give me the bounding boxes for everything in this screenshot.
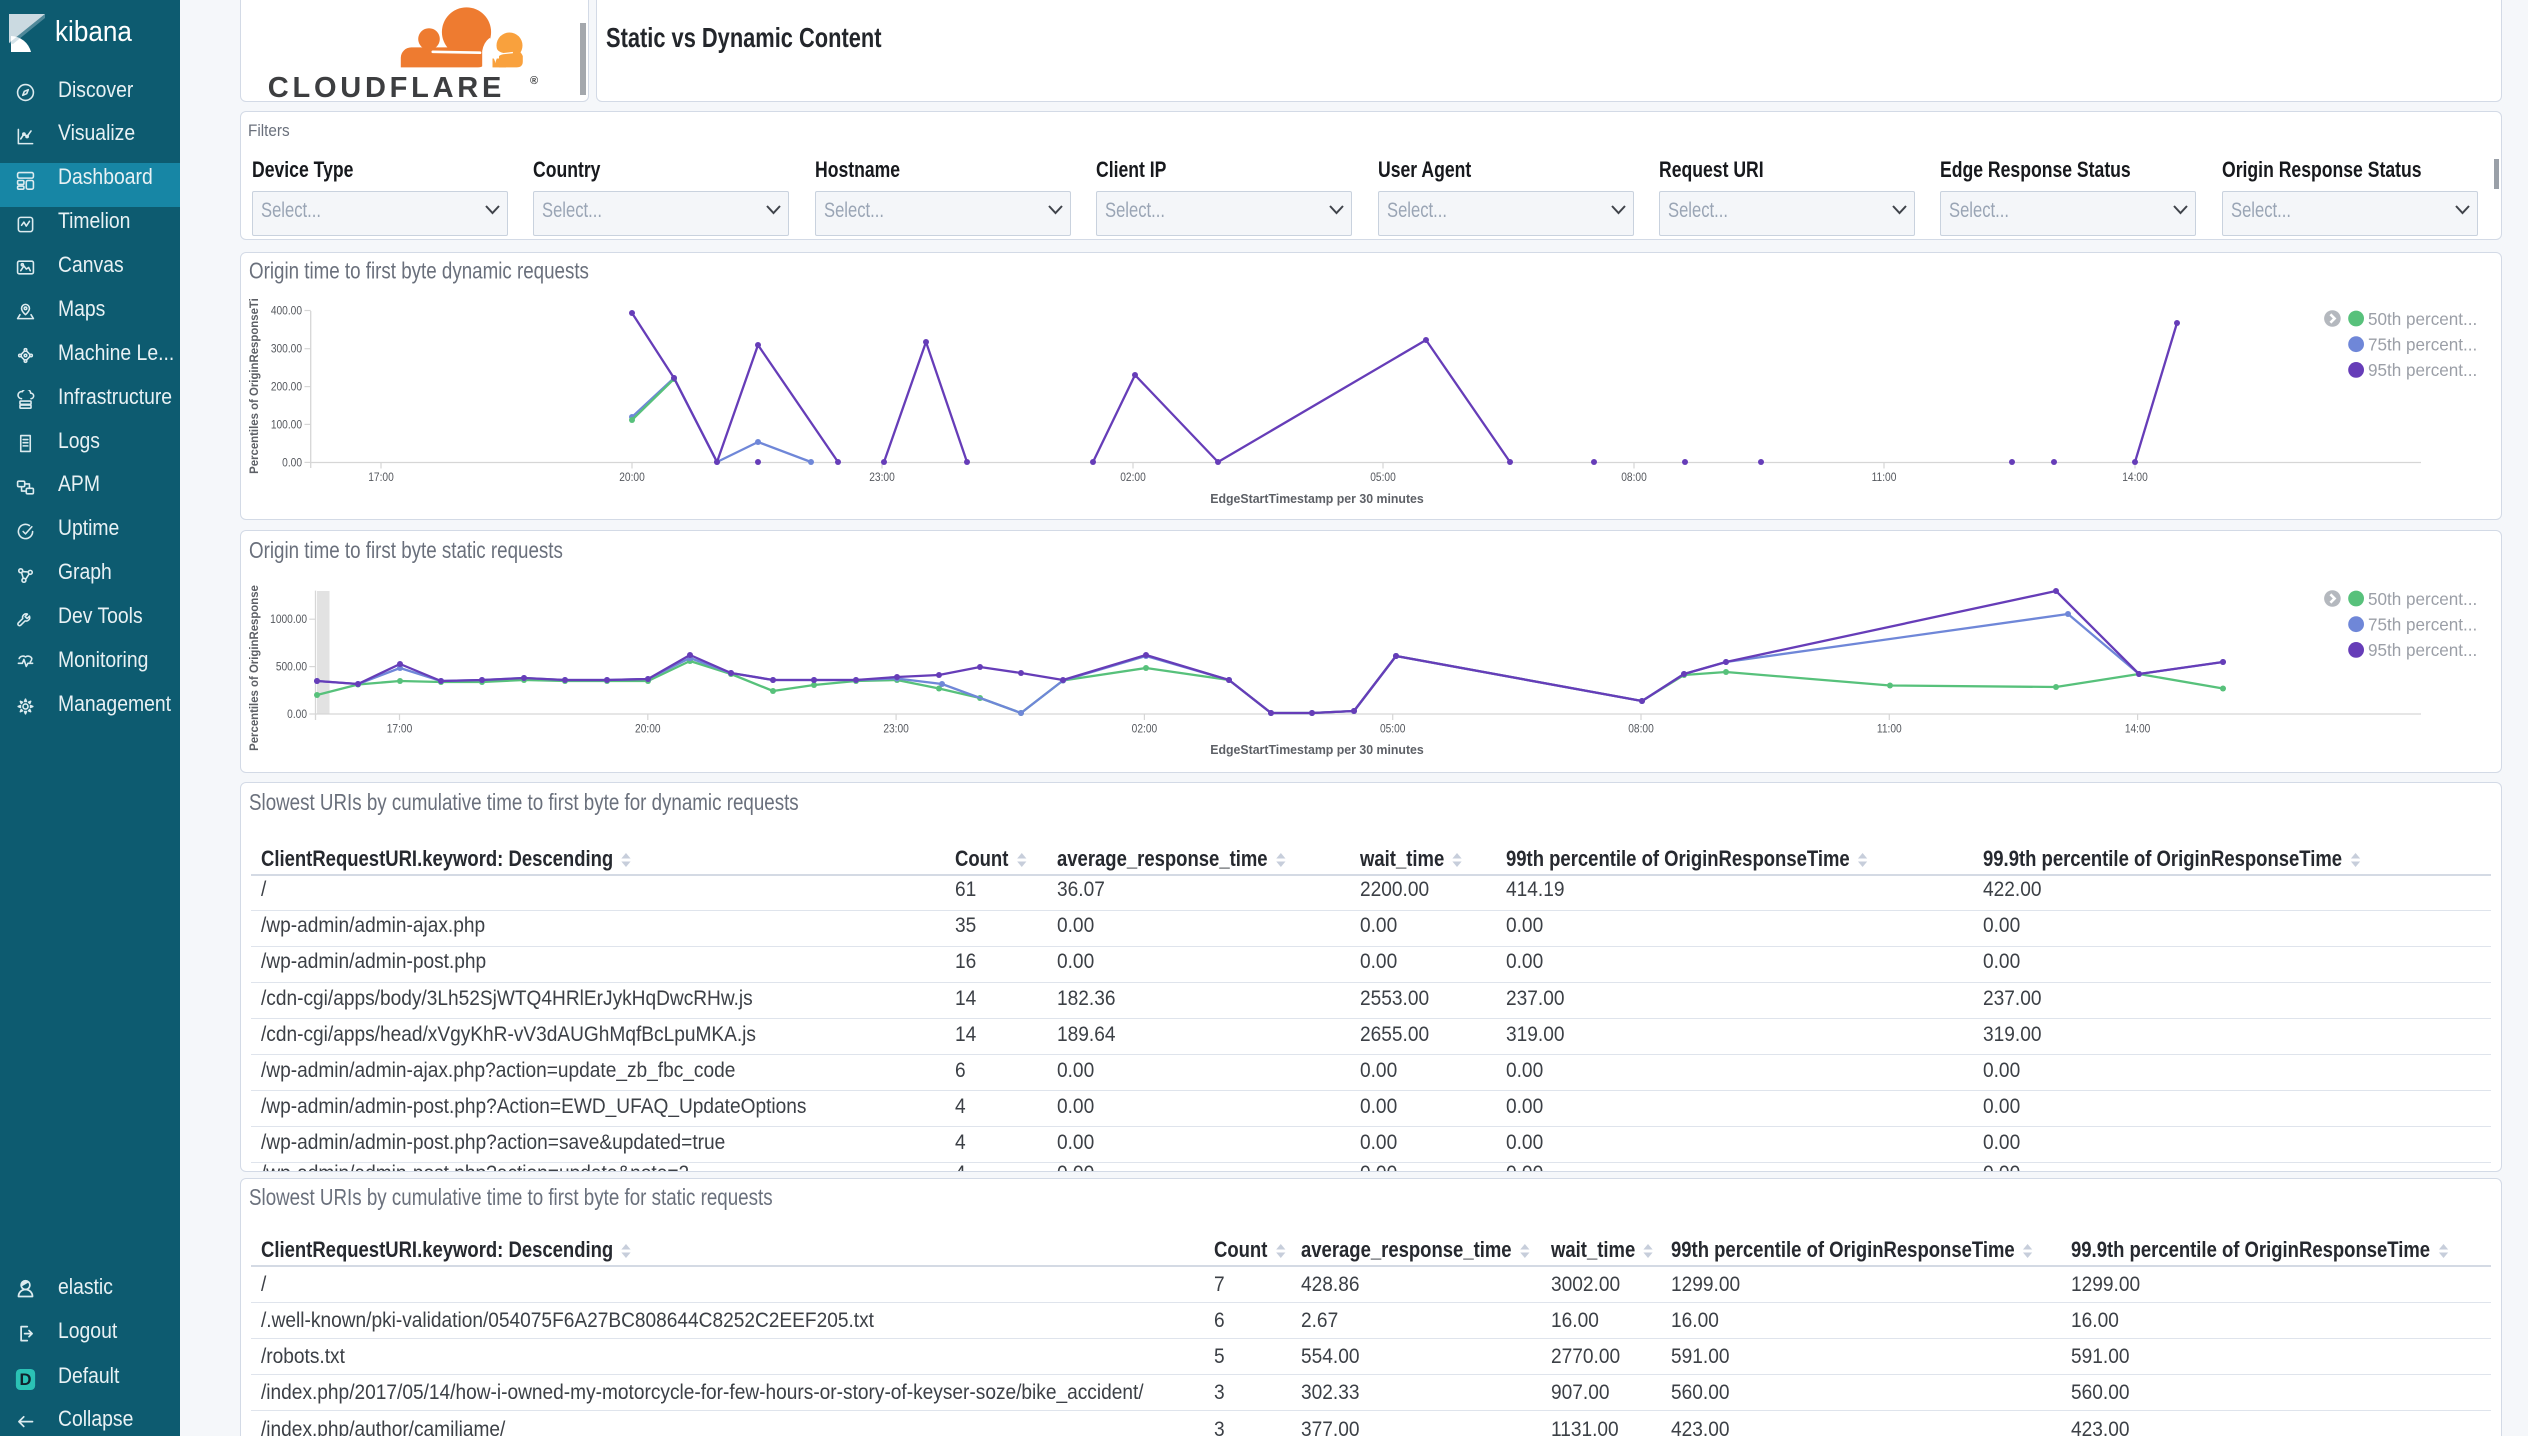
svg-text:Percentiles of OriginResponseT: Percentiles of OriginResponseTi [248,298,261,474]
svg-text:23:00: 23:00 [883,723,909,736]
svg-text:0.00: 0.00 [282,457,302,470]
svg-text:75th percent...: 75th percent... [2368,614,2477,635]
svg-text:23:00: 23:00 [869,471,895,484]
svg-text:14:00: 14:00 [2122,471,2148,484]
svg-text:11:00: 11:00 [1877,723,1902,736]
svg-text:95th percent...: 95th percent... [2368,360,2477,381]
svg-text:17:00: 17:00 [387,723,413,736]
svg-text:50th percent...: 50th percent... [2368,588,2477,609]
svg-text:D: D [20,1369,32,1388]
svg-text:17:00: 17:00 [368,471,394,484]
svg-text:0.00: 0.00 [287,708,307,721]
svg-text:EdgeStartTimestamp per 30 minu: EdgeStartTimestamp per 30 minutes [1210,743,1424,757]
svg-text:20:00: 20:00 [619,471,645,484]
svg-text:1000.00: 1000.00 [270,614,307,627]
svg-text:05:00: 05:00 [1380,723,1406,736]
svg-text:08:00: 08:00 [1621,471,1647,484]
svg-text:Origin time to first byte dyna: Origin time to first byte dynamic reques… [249,259,589,284]
svg-text:05:00: 05:00 [1370,471,1396,484]
svg-text:300.00: 300.00 [271,343,302,356]
svg-text:Origin time to first byte stat: Origin time to first byte static request… [249,538,563,563]
svg-text:11:00: 11:00 [1872,471,1897,484]
svg-text:100.00: 100.00 [271,419,302,432]
svg-text:08:00: 08:00 [1628,723,1654,736]
svg-text:14:00: 14:00 [2125,723,2151,736]
svg-text:EdgeStartTimestamp per 30 minu: EdgeStartTimestamp per 30 minutes [1210,492,1424,506]
svg-text:02:00: 02:00 [1132,723,1158,736]
svg-text:50th percent...: 50th percent... [2368,308,2477,329]
svg-text:500.00: 500.00 [276,661,307,674]
svg-text:02:00: 02:00 [1120,471,1146,484]
svg-text:Percentiles of OriginResponse: Percentiles of OriginResponse [248,585,261,751]
svg-text:200.00: 200.00 [271,381,302,394]
svg-text:95th percent...: 95th percent... [2368,640,2477,661]
svg-text:400.00: 400.00 [271,305,302,318]
svg-text:75th percent...: 75th percent... [2368,334,2477,355]
svg-text:20:00: 20:00 [635,723,661,736]
